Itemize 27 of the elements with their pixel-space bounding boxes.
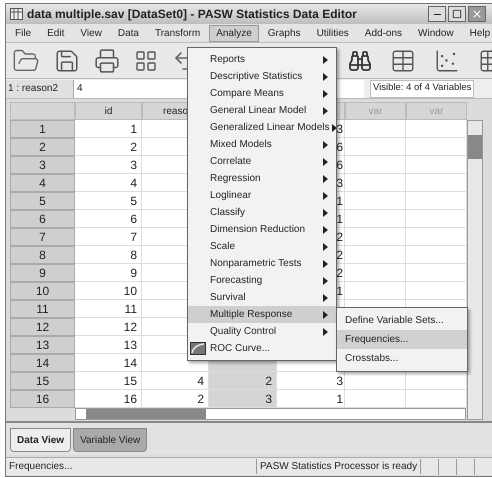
table-cell: 3: [75, 156, 142, 174]
cell-name: 1 : reason2: [6, 80, 74, 98]
table-cell: 5: [75, 192, 142, 210]
table-cell: 2: [209, 372, 277, 390]
table-cell: 10: [75, 282, 142, 300]
status-message: Frequencies...: [8, 460, 74, 474]
table-cell: 6: [75, 210, 142, 228]
table-cell: 13: [75, 336, 142, 354]
table-cell: 14: [75, 354, 142, 372]
table-cell: 8: [75, 246, 142, 264]
table-cell: 16: [75, 390, 142, 408]
table-cell: 4: [142, 372, 209, 390]
table-cell: 3: [277, 372, 345, 390]
table-cell: 4: [75, 174, 142, 192]
table-cell: 1: [75, 120, 142, 138]
table-cell: 9: [75, 264, 142, 282]
table-cell: 1: [277, 390, 345, 408]
visible-variables: Visible: 4 of 4 Variables: [370, 80, 474, 98]
processor-status: PASW Statistics Processor is ready: [256, 459, 422, 474]
table-cell: 3: [209, 390, 277, 408]
table-cell: 11: [75, 300, 142, 318]
table-cell: 7: [75, 228, 142, 246]
table-cell: 12: [75, 318, 142, 336]
table-cell: 15: [75, 372, 142, 390]
table-cell: 2: [75, 138, 142, 156]
table-cell: 2: [142, 390, 209, 408]
window-title: data multiple.sav [DataSet0] - PASW Statistics Data Editor: [27, 6, 357, 23]
